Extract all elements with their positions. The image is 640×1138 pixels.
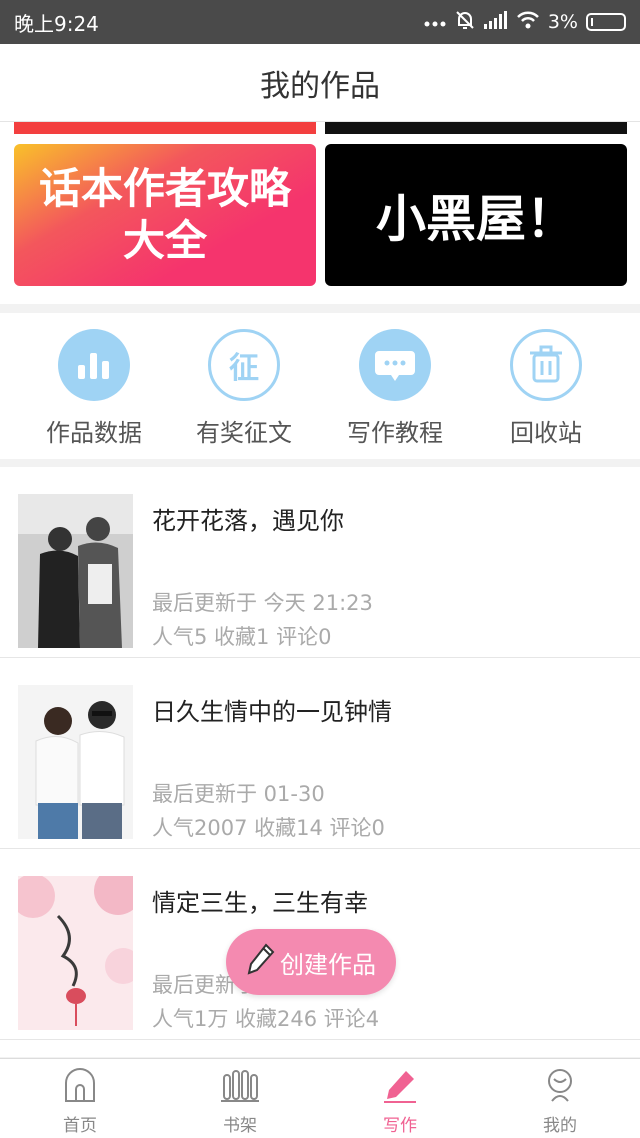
nav-item-bookshelf[interactable]: 书架 xyxy=(160,1059,320,1138)
bottom-nav: 首页 书架 写作 我的 xyxy=(0,1058,640,1138)
quick-action-label: 有奖征文 xyxy=(196,419,292,447)
banner-text: 小黑屋！ xyxy=(376,190,576,248)
work-cover-image xyxy=(18,494,133,648)
banner-carousel: 话本作者攻略 大全 小黑屋！ xyxy=(0,122,640,304)
work-stats: 人气2007 收藏14 评论0 xyxy=(152,816,385,840)
essay-contest-button[interactable]: 征 有奖征文 xyxy=(169,329,319,448)
badge-glyph: 征 xyxy=(229,351,259,386)
quick-action-label: 回收站 xyxy=(510,419,582,447)
recycle-bin-button[interactable]: 回收站 xyxy=(471,329,621,448)
pen-icon xyxy=(382,1067,418,1107)
banner-text: 大全 xyxy=(122,216,207,265)
work-title: 情定三生，三生有幸 xyxy=(152,889,368,917)
nav-item-profile[interactable]: 我的 xyxy=(480,1059,640,1138)
author-guide-banner[interactable]: 话本作者攻略 大全 xyxy=(14,144,316,286)
battery-percent: 3% xyxy=(547,11,578,33)
work-stats: 人气1万 收藏246 评论4 xyxy=(152,1007,380,1031)
work-item[interactable]: 花开花落，遇见你 最后更新于 今天 21:23 人气5 收藏1 评论0 xyxy=(0,467,640,658)
previous-banner-edge xyxy=(14,122,316,134)
chat-bubble-icon xyxy=(359,329,431,401)
nav-label: 首页 xyxy=(63,1116,97,1136)
nav-item-write[interactable]: 写作 xyxy=(320,1059,480,1138)
black-room-banner[interactable]: 小黑屋！ xyxy=(325,144,627,286)
status-icons: 3% xyxy=(424,9,626,36)
create-work-button[interactable]: 创建作品 xyxy=(226,929,396,995)
page-header: 我的作品 xyxy=(0,44,640,122)
work-title: 日久生情中的一见钟情 xyxy=(152,698,392,726)
bar-chart-icon xyxy=(58,329,130,401)
work-cover-image xyxy=(18,876,133,1030)
trash-icon xyxy=(510,329,582,401)
nav-label: 写作 xyxy=(383,1116,417,1136)
create-work-label: 创建作品 xyxy=(280,950,376,979)
work-last-updated: 最后更新于 01-30 xyxy=(152,782,325,806)
previous-banner-edge xyxy=(325,122,627,134)
nav-label: 书架 xyxy=(223,1116,257,1136)
battery-icon xyxy=(586,13,626,31)
quick-action-label: 作品数据 xyxy=(46,419,142,447)
signal-icon xyxy=(483,10,508,34)
nav-label: 我的 xyxy=(543,1116,577,1136)
work-last-updated: 最后更新于 今天 21:23 xyxy=(152,591,373,615)
page-title: 我的作品 xyxy=(260,68,380,104)
home-icon xyxy=(62,1067,98,1107)
my-works-page: 晚上9:24 3% 我的作品 话本作者攻略 大全 小黑屋！ 作品数据 征 有奖征… xyxy=(0,0,640,1138)
work-stats: 人气5 收藏1 评论0 xyxy=(152,625,332,649)
quick-action-label: 写作教程 xyxy=(347,419,443,447)
wifi-icon xyxy=(516,11,540,34)
nav-item-home[interactable]: 首页 xyxy=(0,1059,160,1138)
muted-bell-icon xyxy=(454,9,476,36)
more-dots-icon xyxy=(424,11,446,33)
pencil-icon xyxy=(246,942,276,982)
work-item[interactable]: 日久生情中的一见钟情 最后更新于 01-30 人气2007 收藏14 评论0 xyxy=(0,658,640,849)
status-bar: 晚上9:24 3% xyxy=(0,0,640,44)
status-time: 晚上9:24 xyxy=(14,11,99,36)
work-cover-image xyxy=(18,685,133,839)
bookshelf-icon xyxy=(220,1067,260,1107)
work-title: 花开花落，遇见你 xyxy=(152,507,344,535)
quick-actions: 作品数据 征 有奖征文 写作教程 回收站 xyxy=(0,313,640,459)
zheng-badge-icon: 征 xyxy=(208,329,280,401)
banner-text: 话本作者攻略 xyxy=(38,164,291,213)
works-data-button[interactable]: 作品数据 xyxy=(19,329,169,448)
profile-icon xyxy=(542,1067,578,1107)
writing-tutorial-button[interactable]: 写作教程 xyxy=(320,329,470,448)
